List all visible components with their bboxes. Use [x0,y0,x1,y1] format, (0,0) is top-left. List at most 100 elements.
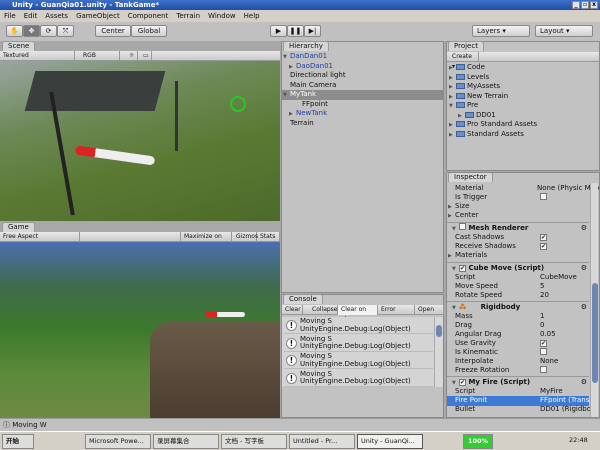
menu-gameobject[interactable]: GameObject [76,10,120,22]
checkbox[interactable] [540,193,547,200]
console-scrollbar[interactable] [434,317,442,387]
render-mode-dropdown[interactable]: Textured [0,51,75,61]
hierarchy-item[interactable]: Directional light [282,71,443,81]
menu-window[interactable]: Window [208,10,236,22]
open-editor-button[interactable]: Open Editor [415,305,444,315]
taskbar-item[interactable]: 文档 - 写字板 [221,434,287,449]
cube-move-header[interactable]: ▼ ✔ Cube Move (Script) ⚙ [447,262,589,273]
taskbar-item[interactable]: Untitled - Pr... [289,434,355,449]
mesh-renderer-header[interactable]: ▼ Mesh Renderer ⚙ [447,222,589,233]
maximize-on-play-button[interactable]: Maximize on Play [180,232,232,250]
project-item[interactable]: ▶ Levels [449,73,599,83]
tank-model [24,71,166,111]
project-item[interactable]: ▶ DD01 [449,111,599,121]
project-item[interactable]: ▶ Pro Standard Assets [449,120,599,130]
menu-edit[interactable]: Edit [24,10,38,22]
lighting-toggle-icon[interactable]: ☼ [126,51,138,61]
menu-help[interactable]: Help [244,10,260,22]
play-button[interactable]: ▶ [270,25,287,37]
log-entry[interactable]: ! Moving S UnityEngine.Debug:Log(Object) [284,335,433,352]
gizmos-button[interactable]: Gizmos [233,232,258,242]
tab-scene[interactable]: Scene [2,41,36,51]
scale-tool-button[interactable]: ⤧ [57,25,74,37]
image-toggle-icon[interactable]: ▭ [140,51,152,61]
project-item[interactable]: ▶ New Terrain [449,92,599,102]
log-entry[interactable]: ! Moving S UnityEngine.Debug:Log(Object) [284,352,433,369]
hierarchy-item[interactable]: FFpoint [282,100,443,110]
info-icon: ! [286,320,297,331]
hierarchy-item[interactable]: ▶ NewTank [282,109,443,119]
project-item-label: MyAssets [467,82,500,90]
project-item[interactable]: ▶ Code [449,63,599,73]
pivot-center-button[interactable]: Center [95,25,131,37]
tab-project[interactable]: Project [448,41,484,51]
aspect-dropdown[interactable]: Free Aspect [0,232,80,242]
project-item-label: Code [467,63,485,71]
hierarchy-item-label: DaoDan01 [296,61,333,70]
expand-arrow-icon[interactable]: ▼ [449,102,456,112]
tab-hierarchy[interactable]: Hierarchy [283,41,329,51]
game-viewport[interactable] [0,242,280,418]
stats-button[interactable]: Stats [257,232,280,242]
menu-terrain[interactable]: Terrain [176,10,200,22]
hierarchy-item-label: DanDan01 [290,52,328,60]
pivot-global-button[interactable]: Global [131,25,167,37]
layout-dropdown[interactable]: Layout ▾ [535,25,593,37]
taskbar-item[interactable]: Microsoft Powe... [85,434,151,449]
materials-foldout[interactable]: ▶ Materials [448,251,589,261]
clear-on-play-button[interactable]: Clear on play [338,305,378,323]
layers-dropdown[interactable]: Layers ▾ [472,25,530,37]
pause-button[interactable]: ❚❚ [287,25,304,37]
expand-arrow-icon[interactable]: ▼ [283,91,290,101]
tab-game[interactable]: Game [2,222,35,232]
menu-component[interactable]: Component [128,10,169,22]
rigidbody-header[interactable]: ▼ ⁂ Rigidbody ⚙ [447,301,589,312]
menu-file[interactable]: File [4,10,16,22]
hierarchy-item[interactable]: ▼ DanDan01 [282,52,443,62]
inspector-scrollbar[interactable] [590,183,598,417]
freeze-rotation-field[interactable]: Freeze Rotation [455,366,589,376]
step-button[interactable]: ▶| [304,25,321,37]
maximize-button[interactable]: ▫ [581,1,589,9]
log-entry[interactable]: ! Moving S UnityEngine.Debug:Log(Object) [284,370,433,387]
collapse-button[interactable]: Collapse [309,305,338,315]
rotate-tool-button[interactable]: ⟳ [40,25,57,37]
clear-button[interactable]: Clear [282,305,303,315]
hierarchy-item[interactable]: Terrain [282,119,443,129]
bullet-field[interactable]: Bullet DD01 (Rigidbod [455,405,595,415]
move-tool-button[interactable]: ✥ [23,25,40,37]
project-item[interactable]: ▶ MyAssets [449,82,599,92]
project-item-label: DD01 [476,110,496,119]
minimize-button[interactable]: _ [572,1,580,9]
close-button[interactable]: x [590,1,598,9]
project-item-label: Levels [467,72,490,81]
taskbar-item-active[interactable]: Unity - GuanQi... [357,434,423,449]
center-foldout[interactable]: ▶ Center [448,211,589,221]
transform-gizmo[interactable] [230,96,246,112]
scene-viewport[interactable] [0,61,280,221]
tab-console[interactable]: Console [283,294,323,304]
taskbar-item[interactable]: 录屏幕集合 [153,434,219,449]
window-title: Unity - GuanQia01.unity - TankGame* [12,1,160,9]
hierarchy-item-label: Terrain [290,118,314,127]
menu-assets[interactable]: Assets [45,10,68,22]
folder-icon [456,73,465,80]
error-pause-button[interactable]: Error pause [378,305,415,323]
expand-arrow-icon[interactable]: ▶ [449,131,456,141]
project-item[interactable]: ▶ Standard Assets [449,130,599,140]
hand-tool-button[interactable]: ✋ [6,25,23,37]
hierarchy-item[interactable]: ▶ DaoDan01 [282,62,443,72]
tab-inspector[interactable]: Inspector [448,173,493,182]
scene-panel: Scene Textured RGB ☼ ▭ [0,41,280,221]
my-fire-header[interactable]: ▼ ✔ My Fire (Script) ⚙ [447,376,589,387]
color-mode-dropdown[interactable]: RGB [80,51,120,61]
missile-model [205,312,245,317]
log-entry[interactable]: ! Moving S UnityEngine.Debug:Log(Object) [284,317,433,334]
hierarchy-item[interactable]: Main Camera [282,81,443,91]
project-item-label: Pro Standard Assets [467,120,538,128]
create-dropdown[interactable]: Create ▾ [449,52,479,70]
start-button[interactable]: 开始 [2,434,34,449]
rotate-speed-field[interactable]: Rotate Speed 20 [455,291,589,301]
project-item[interactable]: ▼ Pre [449,101,599,111]
hierarchy-item[interactable]: ▼ MyTank [282,90,443,100]
